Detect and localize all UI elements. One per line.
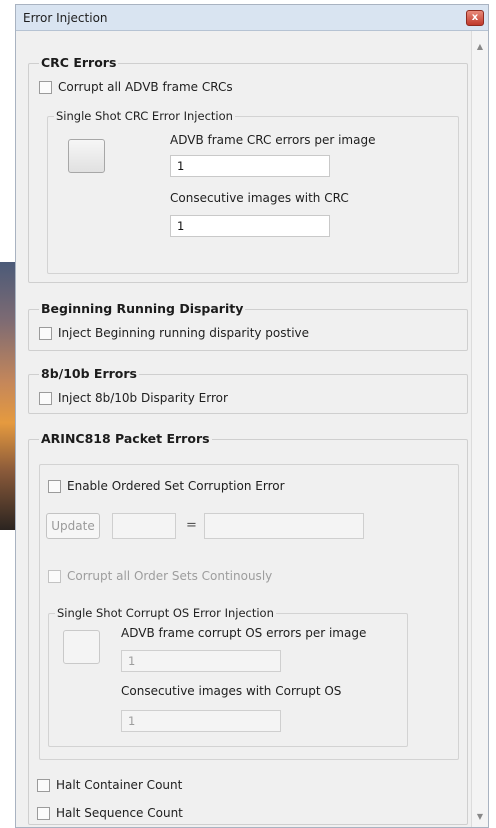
update-button[interactable]: Update (46, 513, 100, 539)
halt-sequence-count-label: Halt Sequence Count (56, 806, 183, 820)
checkbox-box[interactable] (48, 479, 61, 493)
single-shot-crc-group: Single Shot CRC Error Injection ADVB fra… (47, 109, 459, 274)
window-content: CRC Errors Corrupt all ADVB frame CRCs S… (16, 31, 488, 827)
inject-8b10b-disparity-label: Inject 8b/10b Disparity Error (58, 391, 228, 405)
os-errors-per-image-input[interactable]: 1 (121, 650, 281, 672)
checkbox-box[interactable] (37, 806, 50, 820)
close-icon: x (471, 11, 479, 23)
scroll-down-icon[interactable]: ▼ (472, 809, 488, 825)
checkbox-box[interactable] (39, 326, 52, 340)
enable-ordered-set-corruption-checkbox[interactable]: Enable Ordered Set Corruption Error (48, 479, 285, 493)
single-shot-crc-inject-button[interactable] (68, 139, 105, 173)
window-title: Error Injection (23, 10, 108, 25)
halt-container-count-label: Halt Container Count (56, 778, 183, 792)
enable-ordered-set-corruption-label: Enable Ordered Set Corruption Error (67, 479, 285, 493)
running-disparity-title: Beginning Running Disparity (39, 301, 246, 317)
checkbox-box[interactable] (39, 391, 52, 405)
error-injection-window: Error Injection x CRC Errors Corrupt all… (15, 4, 489, 828)
close-button[interactable]: x (466, 9, 484, 26)
single-shot-os-group: Single Shot Corrupt OS Error Injection A… (48, 606, 408, 747)
corrupt-all-order-sets-checkbox[interactable]: Corrupt all Order Sets Continously (48, 569, 272, 583)
checkbox-box[interactable] (37, 778, 50, 792)
os-errors-per-image-label: ADVB frame corrupt OS errors per image (121, 626, 367, 640)
checkbox-box[interactable] (39, 80, 52, 94)
halt-sequence-count-checkbox[interactable]: Halt Sequence Count (37, 806, 183, 820)
vertical-scrollbar[interactable]: ▲ ▼ (471, 31, 488, 827)
ordered-set-value-input[interactable] (204, 513, 364, 539)
consecutive-images-os-label: Consecutive images with Corrupt OS (121, 684, 342, 698)
running-disparity-group: Beginning Running Disparity Inject Begin… (28, 301, 468, 351)
consecutive-images-os-input[interactable]: 1 (121, 710, 281, 732)
crc-errors-group: CRC Errors Corrupt all ADVB frame CRCs S… (28, 55, 468, 283)
halt-container-count-checkbox[interactable]: Halt Container Count (37, 778, 182, 792)
errors-8b10b-group: 8b/10b Errors Inject 8b/10b Disparity Er… (28, 366, 468, 414)
checkbox-box[interactable] (48, 569, 61, 583)
arinc818-packet-errors-title: ARINC818 Packet Errors (39, 431, 212, 447)
single-shot-os-title: Single Shot Corrupt OS Error Injection (55, 606, 276, 621)
consecutive-images-crc-input[interactable]: 1 (170, 215, 330, 237)
ordered-set-code-input[interactable] (112, 513, 176, 539)
ordered-set-group: Enable Ordered Set Corruption Error Upda… (39, 464, 459, 760)
corrupt-all-order-sets-label: Corrupt all Order Sets Continously (67, 569, 273, 583)
consecutive-images-crc-label: Consecutive images with CRC (170, 191, 349, 205)
corrupt-all-advb-crcs-label: Corrupt all ADVB frame CRCs (58, 80, 233, 94)
title-bar: Error Injection x (16, 5, 488, 31)
inject-8b10b-disparity-checkbox[interactable]: Inject 8b/10b Disparity Error (39, 391, 228, 405)
crc-errors-per-image-input[interactable]: 1 (170, 155, 330, 177)
crc-errors-per-image-label: ADVB frame CRC errors per image (170, 133, 376, 147)
single-shot-crc-title: Single Shot CRC Error Injection (54, 109, 235, 124)
corrupt-all-advb-crcs-checkbox[interactable]: Corrupt all ADVB frame CRCs (39, 80, 233, 94)
inject-running-disparity-label: Inject Beginning running disparity posti… (58, 326, 310, 340)
errors-8b10b-title: 8b/10b Errors (39, 366, 139, 382)
equals-sign: = (186, 518, 197, 533)
single-shot-os-inject-button[interactable] (63, 630, 100, 664)
scroll-up-icon[interactable]: ▲ (472, 39, 488, 55)
inject-running-disparity-checkbox[interactable]: Inject Beginning running disparity posti… (39, 326, 309, 340)
crc-errors-title: CRC Errors (39, 55, 119, 71)
arinc818-packet-errors-group: ARINC818 Packet Errors Enable Ordered Se… (28, 431, 468, 825)
